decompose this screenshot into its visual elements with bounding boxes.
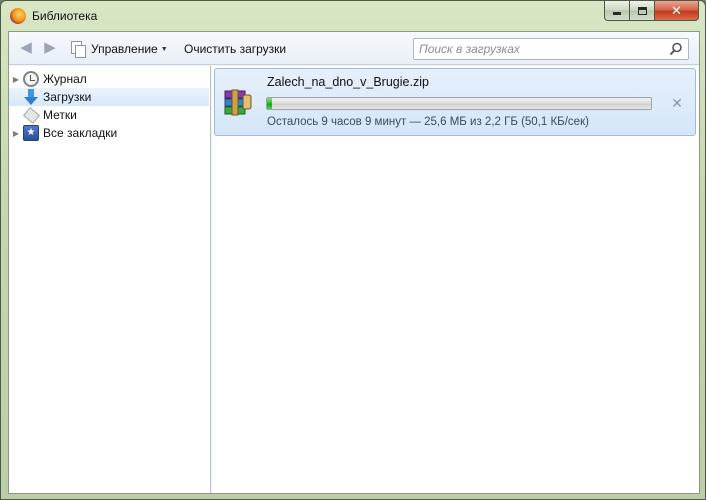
back-button[interactable]: ◀ (17, 40, 35, 56)
sidebar-item-label: Метки (43, 108, 77, 122)
history-clock-icon (23, 71, 39, 87)
minimize-icon (613, 12, 621, 15)
close-button[interactable]: ✕ (655, 1, 699, 21)
search-icon[interactable] (669, 42, 683, 56)
sidebar-item-history[interactable]: ▶ Журнал (9, 70, 209, 88)
close-icon: ✕ (671, 2, 682, 18)
expand-twisty-icon[interactable]: ▶ (9, 75, 23, 84)
download-arrow-icon (23, 89, 39, 105)
firefox-icon (10, 8, 26, 24)
chevron-down-icon: ▼ (160, 45, 168, 53)
library-window: Библиотека ✕ ◀ ▶ Управление ▼ Очистить з… (0, 0, 706, 500)
tag-icon (23, 107, 39, 123)
download-file-name: Zalech_na_dno_v_Brugie.zip (267, 75, 429, 89)
sidebar-item-tags[interactable]: Метки (9, 106, 209, 124)
caption-buttons: ✕ (604, 1, 699, 21)
forward-button[interactable]: ▶ (41, 40, 59, 56)
winrar-archive-icon (224, 89, 252, 116)
downloads-list: Zalech_na_dno_v_Brugie.zip Осталось 9 ча… (212, 66, 699, 493)
sidebar-item-label: Все закладки (43, 126, 118, 140)
download-progress-bar (266, 97, 652, 110)
organize-button[interactable]: Управление ▼ (71, 39, 168, 59)
sidebar-item-label: Журнал (43, 72, 87, 86)
client-area: ◀ ▶ Управление ▼ Очистить загрузки ▶ (8, 31, 700, 494)
expand-twisty-icon[interactable]: ▶ (9, 129, 23, 138)
forward-arrow-icon: ▶ (44, 39, 56, 56)
search-input[interactable] (419, 41, 659, 57)
organize-label: Управление (91, 42, 158, 56)
sidebar-item-downloads[interactable]: Загрузки (9, 88, 209, 106)
organize-pages-icon (71, 41, 86, 58)
download-status-text: Осталось 9 часов 9 минут — 25,6 МБ из 2,… (267, 116, 589, 128)
maximize-icon (637, 6, 647, 15)
back-arrow-icon: ◀ (20, 39, 32, 56)
sidebar-tree: ▶ Журнал Загрузки Метки ▶ ★ Все закладки (9, 66, 211, 493)
bookmarks-star-icon: ★ (23, 125, 39, 141)
sidebar-item-label: Загрузки (43, 90, 92, 104)
search-box[interactable] (413, 38, 689, 60)
download-item[interactable]: Zalech_na_dno_v_Brugie.zip Осталось 9 ча… (214, 68, 696, 136)
maximize-button[interactable] (630, 1, 655, 21)
sidebar-item-all-bookmarks[interactable]: ▶ ★ Все закладки (9, 124, 209, 142)
window-title: Библиотека (32, 9, 98, 23)
cancel-download-button[interactable]: ✕ (670, 96, 684, 110)
download-progress-fill (267, 98, 272, 109)
clear-downloads-button[interactable]: Очистить загрузки (184, 42, 286, 56)
minimize-button[interactable] (604, 1, 630, 21)
toolbar: ◀ ▶ Управление ▼ Очистить загрузки (9, 32, 699, 65)
title-bar[interactable]: Библиотека ✕ (1, 1, 705, 31)
close-icon: ✕ (671, 95, 683, 111)
